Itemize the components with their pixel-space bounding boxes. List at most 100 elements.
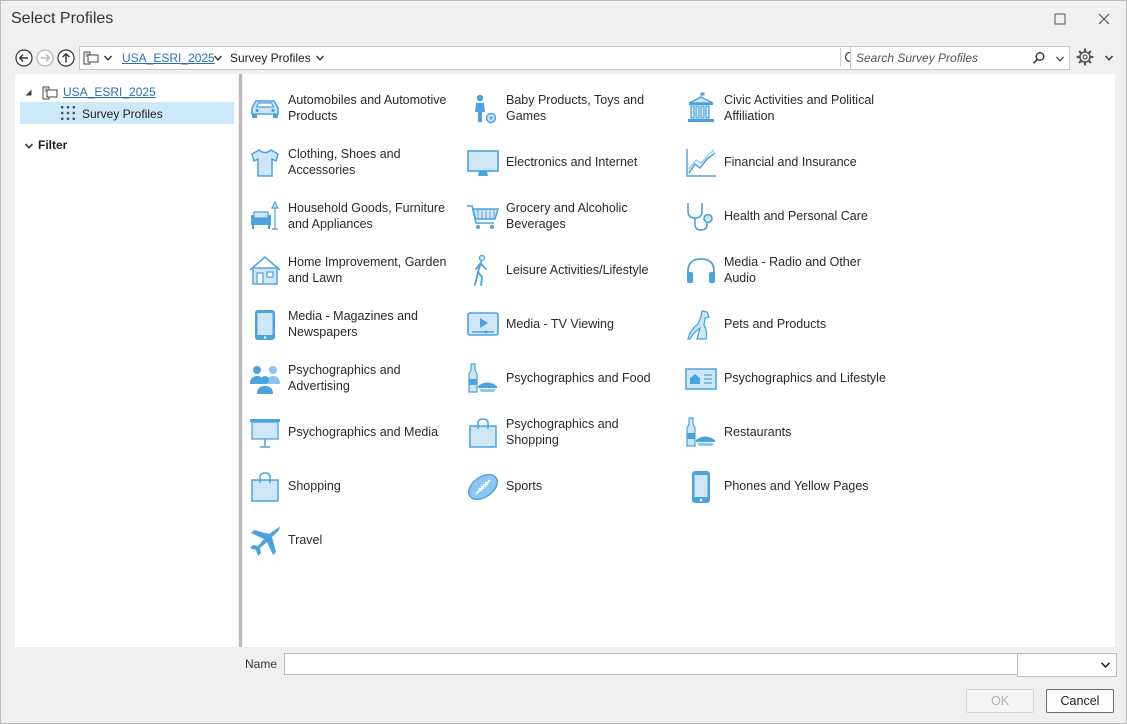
profile-media-radio[interactable]: Media - Radio and Other Audio — [679, 250, 889, 290]
airplane-icon — [250, 526, 280, 556]
profile-financial[interactable]: Financial and Insurance — [679, 142, 889, 182]
profile-psychographics-media[interactable]: Psychographics and Media — [243, 412, 453, 452]
pane-splitter[interactable] — [239, 74, 242, 647]
gear-icon[interactable] — [1076, 48, 1094, 66]
profile-clothing[interactable]: Clothing, Shoes and Accessories — [243, 142, 453, 182]
chevron-down-icon[interactable] — [104, 55, 112, 61]
tv-play-icon — [467, 312, 499, 336]
sofa-lamp-icon — [251, 200, 279, 230]
chevron-down-icon[interactable] — [1056, 56, 1064, 62]
profile-shopping[interactable]: Shopping — [243, 466, 453, 506]
chevron-down-icon[interactable] — [1105, 55, 1113, 61]
stethoscope-icon — [687, 203, 713, 231]
capitol-icon — [688, 92, 714, 122]
profile-label: Psychographics and Lifestyle — [724, 371, 886, 385]
food-bottle-icon — [686, 417, 715, 447]
chevron-down-icon — [25, 143, 33, 149]
search-input[interactable] — [854, 48, 1028, 68]
football-icon — [467, 473, 499, 501]
profile-phones[interactable]: Phones and Yellow Pages — [679, 466, 889, 506]
breadcrumb-root[interactable]: USA_ESRI_2025 — [122, 51, 215, 65]
profile-label: Restaurants — [724, 425, 792, 439]
filter-label: Filter — [38, 138, 68, 152]
profile-media-tv[interactable]: Media - TV Viewing — [461, 304, 671, 344]
profile-label: Travel — [288, 533, 323, 547]
filter-toggle[interactable]: Filter — [25, 138, 67, 152]
address-bar[interactable]: USA_ESRI_2025 Survey Profiles — [79, 46, 861, 70]
navigation-tree: USA_ESRI_2025 Survey Profiles Filter — [15, 74, 238, 647]
profile-label: Phones and Yellow Pages — [724, 479, 869, 493]
profile-health[interactable]: Health and Personal Care — [679, 196, 889, 236]
tree-root-label: USA_ESRI_2025 — [63, 85, 156, 99]
name-label: Name — [245, 657, 278, 671]
profile-civic-activities[interactable]: Civic Activities and Political Affiliati… — [679, 88, 889, 128]
breadcrumb-current[interactable]: Survey Profiles — [230, 51, 311, 65]
back-icon[interactable] — [15, 49, 33, 67]
profile-label: Financial and Insurance — [724, 155, 857, 169]
profile-psychographics-advertising[interactable]: Psychographics and Advertising — [243, 358, 453, 398]
profile-restaurants[interactable]: Restaurants — [679, 412, 889, 452]
profile-pets[interactable]: Pets and Products — [679, 304, 889, 344]
profile-home-improvement[interactable]: Home Improvement, Garden and Lawn — [243, 250, 453, 290]
profile-automobiles[interactable]: Automobiles and Automotive Products — [243, 88, 453, 128]
cancel-button[interactable]: Cancel — [1046, 689, 1114, 713]
food-bottle-icon — [468, 363, 497, 393]
tree-item-usa-esri-2025[interactable]: USA_ESRI_2025 — [21, 84, 231, 102]
close-button[interactable] — [1091, 8, 1117, 30]
profile-household-goods[interactable]: Household Goods, Furniture and Appliance… — [243, 196, 453, 236]
line-chart-icon — [686, 149, 716, 177]
profile-psychographics-food[interactable]: Psychographics and Food — [461, 358, 671, 398]
headphones-icon — [687, 258, 715, 283]
select-profiles-dialog: Select Profiles USA_ESRI_2025 Survey Pro… — [0, 0, 1127, 724]
profile-psychographics-shopping[interactable]: Psychographics and Shopping — [461, 412, 671, 452]
dog-icon — [687, 310, 710, 340]
name-input[interactable] — [284, 653, 1022, 675]
profile-psychographics-lifestyle[interactable]: Psychographics and Lifestyle — [679, 358, 889, 398]
shopping-bag-icon — [469, 418, 497, 448]
projector-screen-icon — [250, 419, 280, 448]
chevron-down-icon — [1101, 662, 1110, 668]
profile-label: Grocery and Alcoholic Beverages — [506, 201, 628, 231]
profile-label: Media - Radio and Other Audio — [724, 255, 861, 285]
profile-label: Shopping — [288, 479, 341, 493]
shirt-icon — [251, 149, 279, 177]
profile-media-magazines[interactable]: Media - Magazines and Newspapers — [243, 304, 453, 344]
profile-sports[interactable]: Sports — [461, 466, 671, 506]
profile-travel[interactable]: Travel — [243, 520, 453, 560]
up-level-icon[interactable] — [57, 49, 75, 67]
expanded-triangle-icon[interactable] — [25, 89, 32, 96]
profile-grocery[interactable]: Grocery and Alcoholic Beverages — [461, 196, 671, 236]
profile-label: Psychographics and Shopping — [506, 417, 619, 447]
profile-label: Civic Activities and Political Affiliati… — [724, 93, 875, 123]
maximize-button[interactable] — [1047, 8, 1073, 30]
profile-label: Baby Products, Toys and Games — [506, 93, 645, 123]
computer-icon — [83, 51, 99, 65]
grid-dots-icon — [61, 106, 75, 120]
search-icon[interactable] — [1032, 51, 1046, 65]
people-icon — [250, 366, 280, 394]
navigation-bar: USA_ESRI_2025 Survey Profiles — [15, 45, 1116, 71]
profile-label: Media - Magazines and Newspapers — [288, 309, 418, 339]
monitor-icon — [467, 150, 499, 176]
ok-button[interactable]: OK — [966, 689, 1034, 713]
profile-label: Sports — [506, 479, 543, 493]
profile-baby-products[interactable]: Baby Products, Toys and Games — [461, 88, 671, 128]
computer-icon — [42, 86, 58, 100]
walking-person-icon — [474, 254, 487, 286]
profile-electronics[interactable]: Electronics and Internet — [461, 142, 671, 182]
phone-icon — [692, 471, 710, 503]
profile-leisure[interactable]: Leisure Activities/Lifestyle — [461, 250, 671, 290]
close-icon — [1098, 13, 1110, 25]
profile-label: Health and Personal Care — [724, 209, 868, 223]
search-box — [850, 46, 1070, 70]
profile-label: Household Goods, Furniture and Appliance… — [288, 201, 446, 231]
tree-item-survey-profiles[interactable]: Survey Profiles — [20, 102, 234, 124]
chevron-down-icon[interactable] — [214, 55, 222, 61]
chevron-down-icon[interactable] — [316, 55, 324, 61]
profile-label: Media - TV Viewing — [506, 317, 614, 331]
profile-label: Electronics and Internet — [506, 155, 638, 169]
forward-icon[interactable] — [36, 49, 54, 67]
car-icon — [251, 100, 279, 118]
house-icon — [249, 255, 281, 285]
profile-type-dropdown[interactable] — [1017, 653, 1117, 677]
